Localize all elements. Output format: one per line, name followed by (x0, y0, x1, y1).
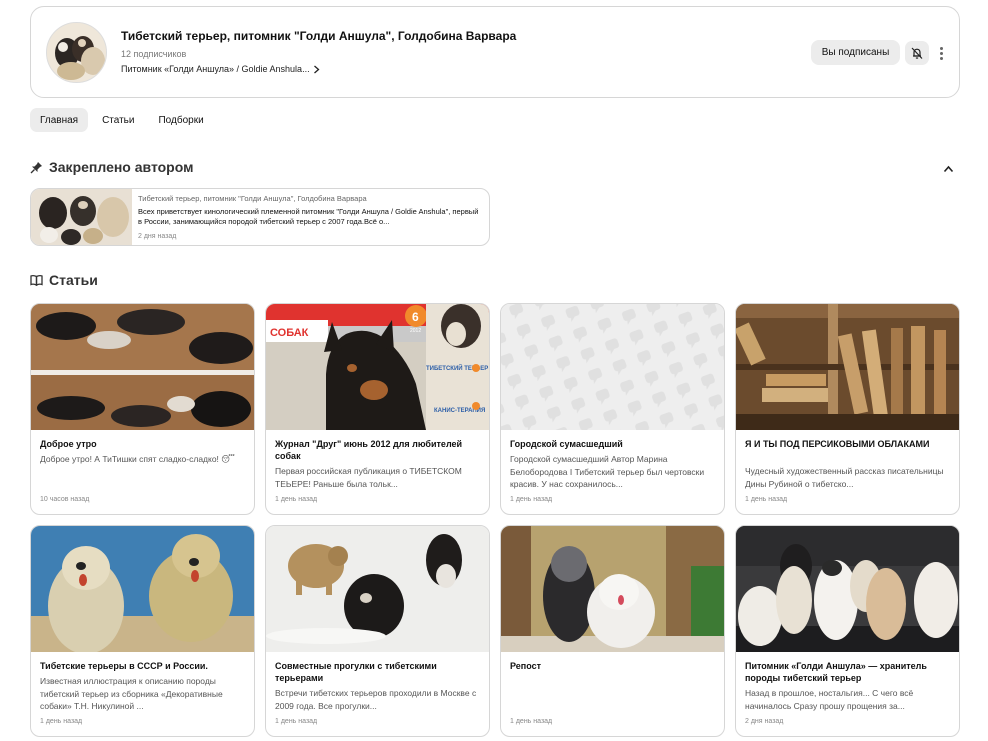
article-image-placeholder-pattern (501, 304, 724, 430)
channel-link[interactable]: Питомник «Голди Аншула» / Goldie Anshula… (121, 64, 320, 74)
bell-muted-icon (911, 47, 923, 59)
article-card[interactable]: Тибетские терьеры в СССР и России. Извес… (30, 525, 255, 737)
article-image-dogs-in-snow (266, 526, 489, 652)
channel-header: Тибетский терьер, питомник "Голди Аншула… (30, 6, 960, 98)
chevron-up-icon[interactable] (941, 162, 955, 176)
channel-avatar[interactable] (46, 22, 107, 83)
article-image-dog-group (736, 526, 959, 652)
pin-icon (30, 161, 42, 173)
article-time: 1 день назад (275, 496, 318, 503)
article-time: 10 часов назад (40, 496, 90, 503)
pinned-post-card[interactable]: Тибетский терьер, питомник "Голди Аншула… (30, 188, 490, 246)
book-icon (30, 274, 43, 286)
article-image-two-terriers (31, 526, 254, 652)
article-image-sleeping-puppies (31, 304, 254, 430)
article-title: Я И ТЫ ПОД ПЕРСИКОВЫМИ ОБЛАКАМИ (745, 439, 930, 449)
article-title: Питомник «Голди Аншула» — хранитель поро… (745, 661, 927, 683)
pinned-post-time: 2 дня назад (138, 233, 177, 240)
pinned-heading-text: Закреплено автором (49, 159, 194, 175)
article-title: Тибетские терьеры в СССР и России. (40, 661, 208, 671)
subscribed-button[interactable]: Вы подписаны (811, 40, 900, 65)
tab-collections[interactable]: Подборки (148, 108, 213, 132)
article-description: Доброе утро! А ТиТишки спят сладко-сладк… (40, 454, 235, 464)
articles-heading-text: Статьи (49, 272, 98, 288)
pinned-section-heading: Закреплено автором (30, 159, 193, 175)
article-time: 2 дня назад (745, 718, 784, 725)
article-title: Совместные прогулки с тибетскими терьера… (275, 661, 437, 683)
channel-tabs: Главная Статьи Подборки (30, 108, 214, 132)
article-card[interactable]: Городской сумасшедший Городской сумасшед… (500, 303, 725, 515)
article-card[interactable]: Совместные прогулки с тибетскими терьера… (265, 525, 490, 737)
article-card[interactable]: Репост 1 день назад (500, 525, 725, 737)
tab-articles[interactable]: Статьи (92, 108, 144, 132)
article-description: Городской сумасшедший Автор Марина Белоб… (510, 454, 705, 489)
avatar-dogs-image (47, 23, 106, 82)
article-description: Чудесный художественный рассказ писатель… (745, 466, 944, 489)
article-time: 1 день назад (40, 718, 83, 725)
article-description: Назад в прошлое, ностальгия... С чего вс… (745, 688, 914, 711)
article-description: Встречи тибетских терьеров проходили в М… (275, 688, 477, 711)
article-image-magazine-cover: СОБАК 6 2012 ТИБЕТСКИЙ ТЕРЬЕР КАНИС-ТЕРА… (266, 304, 489, 430)
article-title: Репост (510, 661, 542, 671)
channel-link-label: Питомник «Голди Аншула» / Goldie Anshula… (121, 64, 310, 74)
pinned-post-source: Тибетский терьер, питомник "Голди Аншула… (138, 194, 367, 203)
article-card[interactable]: Доброе утро Доброе утро! А ТиТишки спят … (30, 303, 255, 515)
article-image-bookshelf (736, 304, 959, 430)
article-description: Первая российская публикация о ТИБЕТСКОМ… (275, 466, 462, 489)
article-time: 1 день назад (275, 718, 318, 725)
articles-section-heading: Статьи (30, 272, 98, 288)
magazine-masthead: СОБАК (270, 327, 309, 339)
tab-home[interactable]: Главная (30, 108, 89, 132)
more-vertical-icon[interactable] (934, 43, 948, 63)
pinned-post-text: Всех приветствует кинологический племенн… (138, 207, 479, 226)
article-title: Журнал "Друг" июнь 2012 для любителей со… (275, 439, 463, 461)
article-time: 1 день назад (745, 496, 788, 503)
article-time: 1 день назад (510, 496, 553, 503)
pinned-post-image (31, 189, 132, 245)
subscriber-count: 12 подписчиков (121, 49, 187, 59)
magazine-year: 2012 (410, 328, 421, 334)
article-card[interactable]: Я И ТЫ ПОД ПЕРСИКОВЫМИ ОБЛАКАМИ Чудесный… (735, 303, 960, 515)
article-image-dogs-on-porch (501, 526, 724, 652)
notifications-button[interactable] (905, 41, 929, 65)
article-card[interactable]: Питомник «Голди Аншула» — хранитель поро… (735, 525, 960, 737)
articles-grid: Доброе утро Доброе утро! А ТиТишки спят … (30, 303, 960, 737)
chevron-right-icon (313, 65, 320, 73)
article-time: 1 день назад (510, 718, 553, 725)
article-card[interactable]: СОБАК 6 2012 ТИБЕТСКИЙ ТЕРЬЕР КАНИС-ТЕРА… (265, 303, 490, 515)
article-title: Городской сумасшедший (510, 439, 623, 449)
article-title: Доброе утро (40, 439, 97, 449)
article-description: Известная иллюстрация к описанию породы … (40, 676, 223, 711)
channel-title: Тибетский терьер, питомник "Голди Аншула… (121, 29, 517, 43)
magazine-issue-number: 6 (412, 310, 419, 324)
